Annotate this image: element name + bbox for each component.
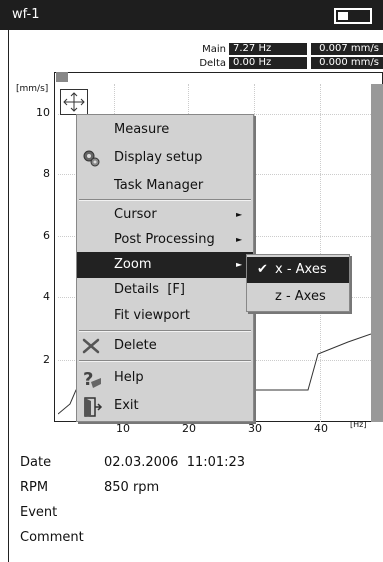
menu-item-label: Post Processing xyxy=(114,232,215,247)
x-tick: 30 xyxy=(248,422,262,435)
plot-scrollbar[interactable] xyxy=(371,84,383,422)
menu-item-fit-viewport[interactable]: Fit viewport xyxy=(77,303,253,329)
submenu-item-label: z - Axes xyxy=(275,289,326,304)
submenu-item-label: x - Axes xyxy=(275,262,327,277)
menu-item-label: Task Manager xyxy=(114,178,204,193)
menu-item-exit[interactable]: Exit xyxy=(77,393,253,419)
main-value: 0.007 mm/s xyxy=(311,43,383,55)
svg-text:?: ? xyxy=(83,369,93,390)
title-bar: wf-1 xyxy=(0,0,383,30)
rpm-label: RPM xyxy=(20,480,49,495)
submenu-arrow-icon: ► xyxy=(236,210,243,219)
x-tick: 20 xyxy=(182,422,196,435)
menu-item-label: Exit xyxy=(114,398,139,413)
submenu-arrow-icon: ► xyxy=(236,260,243,269)
battery-icon xyxy=(334,8,372,24)
menu-item-label: Zoom xyxy=(114,257,152,272)
menu-separator xyxy=(79,330,251,332)
menu-item-display-setup[interactable]: Display setup xyxy=(77,145,253,171)
delete-icon xyxy=(81,336,101,356)
menu-separator xyxy=(79,199,251,201)
rpm-value: 850 rpm xyxy=(104,480,160,495)
y-tick: 10 xyxy=(36,106,50,119)
menu-item-help[interactable]: ? Help xyxy=(77,365,253,391)
delta-label: Delta xyxy=(199,58,226,69)
checkmark-icon: ✔ xyxy=(257,262,268,277)
main-frequency: 7.27 Hz xyxy=(229,43,307,55)
submenu-arrow-icon: ► xyxy=(236,235,243,244)
date-value: 02.03.2006 11:01:23 xyxy=(104,455,246,470)
menu-item-task-manager[interactable]: Task Manager xyxy=(77,173,253,199)
menu-item-label: Cursor xyxy=(114,207,157,222)
event-label: Event xyxy=(20,505,58,520)
menu-item-label: Display setup xyxy=(114,150,203,165)
y-tick: 2 xyxy=(43,353,50,366)
x-unit-label: [Hz] xyxy=(350,420,367,429)
submenu-item-z-axes[interactable]: z - Axes xyxy=(247,284,349,310)
y-tick: 4 xyxy=(43,290,50,303)
menu-item-label: Measure xyxy=(114,122,170,137)
zoom-submenu: ✔ x - Axes z - Axes xyxy=(246,254,350,312)
y-unit-label: [mm/s] xyxy=(16,84,49,94)
menu-item-delete[interactable]: Delete xyxy=(77,333,253,359)
x-tick: 40 xyxy=(314,422,328,435)
menu-separator xyxy=(79,360,251,362)
comment-label: Comment xyxy=(20,530,84,545)
plot-tab xyxy=(56,72,68,82)
move-icon[interactable] xyxy=(60,89,88,115)
y-tick: 6 xyxy=(43,229,50,242)
menu-item-measure[interactable]: Measure xyxy=(77,117,253,143)
delta-frequency: 0.00 Hz xyxy=(229,57,307,69)
exit-icon xyxy=(81,396,103,417)
menu-item-zoom[interactable]: Zoom ► xyxy=(77,252,253,278)
menu-item-label: Help xyxy=(114,370,144,385)
menu-item-label: Details [F] xyxy=(114,282,185,297)
menu-item-post-processing[interactable]: Post Processing ► xyxy=(77,227,253,253)
main-label: Main xyxy=(202,44,226,55)
menu-item-label: Fit viewport xyxy=(114,308,190,323)
menu-item-details[interactable]: Details [F] xyxy=(77,277,253,303)
date-label: Date xyxy=(20,455,52,470)
x-tick: 10 xyxy=(116,422,130,435)
submenu-item-x-axes[interactable]: ✔ x - Axes xyxy=(247,257,349,283)
left-border xyxy=(8,30,9,562)
help-icon: ? xyxy=(81,368,101,390)
window-title: wf-1 xyxy=(12,7,40,22)
y-tick: 8 xyxy=(43,167,50,180)
delta-value: 0.000 mm/s xyxy=(311,57,383,69)
context-menu: Measure Display setup Task Manager Curso… xyxy=(76,114,254,422)
gears-icon xyxy=(81,148,101,168)
menu-item-label: Delete xyxy=(114,338,157,353)
menu-item-cursor[interactable]: Cursor ► xyxy=(77,202,253,228)
